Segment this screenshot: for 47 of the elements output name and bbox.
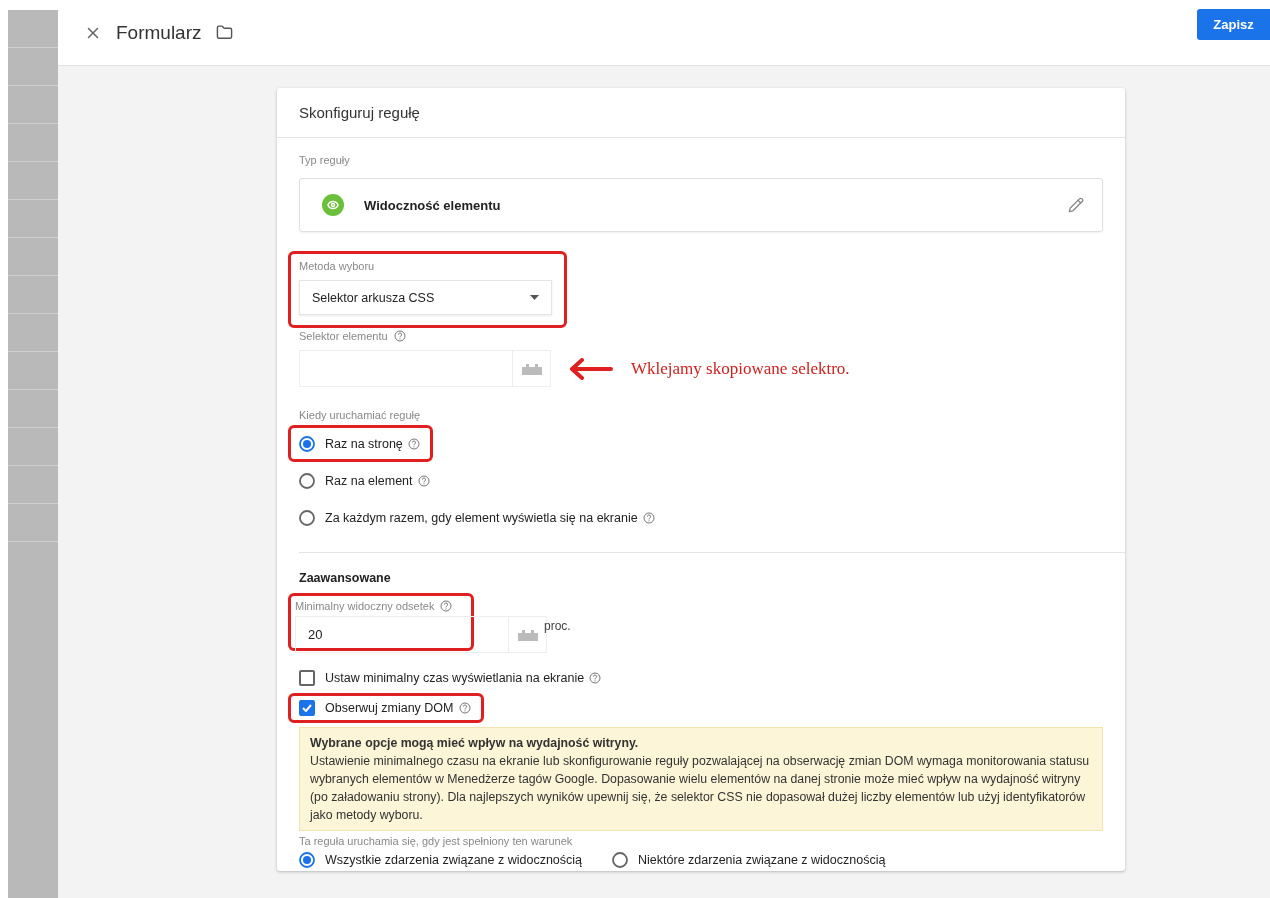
checkbox-label: Ustaw minimalny czas wyświetlania na ekranie xyxy=(325,671,585,685)
radio-button[interactable] xyxy=(299,472,315,489)
checkbox[interactable] xyxy=(299,700,315,716)
radio-button[interactable] xyxy=(612,852,629,868)
annotation-arrow xyxy=(569,357,613,380)
option-label: Raz na element xyxy=(325,473,413,488)
field-label: Selektor elementu xyxy=(299,330,1103,342)
radio-button[interactable] xyxy=(299,852,315,868)
field-label: Ta reguła uruchamia się, gdy jest spełniony ten warunek xyxy=(299,835,574,847)
blocks-icon[interactable] xyxy=(520,362,543,375)
help-icon[interactable] xyxy=(407,437,420,450)
folder-icon[interactable] xyxy=(215,24,233,41)
option-label: Za każdym razem, gdy element wyświetla się na ekranie xyxy=(325,510,638,525)
checkbox[interactable] xyxy=(299,670,315,686)
warning-text: Ustawienie minimalnego czasu na ekranie lub skonfigurowanie reguły pozwalającej na obserwację zmian DOM wymaga monitorowania statusu wybranych elementów w Menedżerze tagów Google. Dopasowanie wielu elementów na danej stronie może mieć wpływ na wydajność witryny (po załadowaniu strony). Dla najlepszych wyników upewnij się, że selektor CSS nie dopasował dużej liczby elementów lub użyj identyfikatorów jako metody wyboru. xyxy=(310,753,1091,824)
selector-field[interactable] xyxy=(299,350,551,387)
option-label: Raz na stronę xyxy=(325,436,403,451)
checkmark-icon xyxy=(302,704,312,712)
help-icon[interactable] xyxy=(458,702,471,714)
radio-button[interactable] xyxy=(299,509,315,526)
help-icon[interactable] xyxy=(642,511,655,524)
rule-type-selector[interactable]: Widoczność elementu xyxy=(299,178,1103,232)
field-label: Minimalny widoczny odsetek xyxy=(295,600,471,612)
rule-type-name: Widoczność elementu xyxy=(364,197,501,213)
help-icon[interactable] xyxy=(393,330,406,342)
radio-button[interactable] xyxy=(299,435,315,452)
unit-label: proc. xyxy=(544,619,571,633)
method-dropdown[interactable]: Selektor arkusza CSS xyxy=(299,280,552,315)
card-title: Skonfiguruj regułę xyxy=(277,88,1125,138)
section-title: Zaawansowane xyxy=(299,571,392,585)
field-label: Typ reguły xyxy=(299,154,351,166)
form-title: Formularz xyxy=(116,21,202,44)
warning-title: Wybrane opcje mogą mieć wpływ na wydajność witryny. xyxy=(310,735,640,752)
option-label: Wszystkie zdarzenia związane z widocznością xyxy=(325,853,583,867)
blocks-icon[interactable] xyxy=(516,628,539,641)
eye-icon xyxy=(322,194,344,216)
annotation-note: Wklejamy skopiowane selektro. xyxy=(631,358,850,379)
help-icon[interactable] xyxy=(440,600,453,612)
help-icon[interactable] xyxy=(589,672,602,684)
save-button[interactable]: Zapisz xyxy=(1197,9,1270,40)
field-label: Kiedy uruchamiać regułę xyxy=(299,409,422,421)
checkbox-label: Obserwuj zmiany DOM xyxy=(325,701,454,715)
help-icon[interactable] xyxy=(417,474,430,487)
option-label: Niektóre zdarzenia związane z widocznością xyxy=(638,853,886,867)
caret-icon xyxy=(530,295,539,300)
field-label: Metoda wyboru xyxy=(299,260,376,272)
pencil-icon[interactable] xyxy=(1068,197,1084,213)
